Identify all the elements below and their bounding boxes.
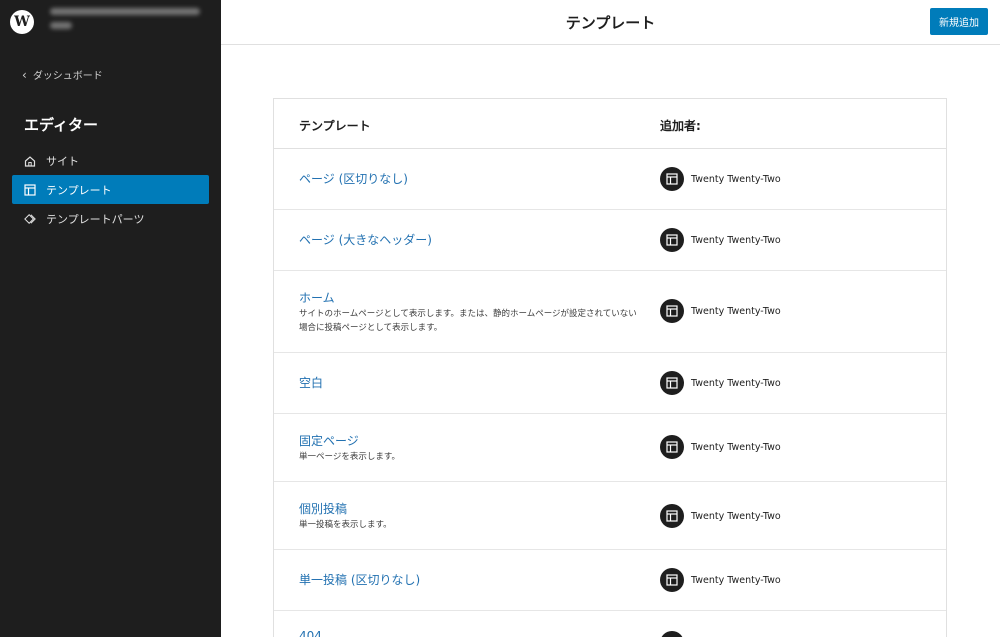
author-name: Twenty Twenty-Two [691, 377, 781, 389]
table-row: 空白 Twenty Twenty-Two [274, 353, 946, 414]
template-description: 単一投稿を表示します。 [299, 520, 392, 530]
sidebar-nav: サイト テンプレート テンプレートパーツ [12, 146, 209, 233]
template-title-link[interactable]: ホーム [299, 289, 335, 306]
site-name-blurred[interactable] [50, 8, 210, 36]
symbol-icon [24, 213, 36, 225]
theme-layout-icon [660, 504, 684, 528]
author-cell: Twenty Twenty-Two [660, 167, 781, 191]
table-row: ページ (区切りなし) Twenty Twenty-Two [274, 149, 946, 210]
page-title: テンプレート [565, 14, 656, 32]
sidebar-item-templates[interactable]: テンプレート [12, 175, 209, 204]
author-cell: Twenty Twenty-Two [660, 228, 781, 252]
templates-table: テンプレート 追加者: ページ (区切りなし) Twenty Twenty-Tw… [273, 98, 947, 637]
home-icon [24, 155, 36, 167]
table-row: ホーム サイトのホームページとして表示します。または、静的ホームページが設定され… [274, 271, 946, 353]
template-title-link[interactable]: 404 [299, 629, 322, 637]
template-title-link[interactable]: 個別投稿 [299, 500, 347, 517]
sidebar-item-label: テンプレートパーツ [46, 212, 145, 226]
sidebar: W ‹ ダッシュボード エディター サイト テンプレート テンプレートパーツ [0, 0, 221, 637]
template-title-link[interactable]: ページ (区切りなし) [299, 170, 408, 187]
table-row: 個別投稿 単一投稿を表示します。 Twenty Twenty-Two [274, 482, 946, 550]
author-cell: Twenty Twenty-Two [660, 568, 781, 592]
template-title-link[interactable]: 単一投稿 (区切りなし) [299, 571, 420, 588]
theme-layout-icon [660, 568, 684, 592]
template-title-link[interactable]: 固定ページ [299, 432, 359, 449]
table-row: ページ (大きなヘッダー) Twenty Twenty-Two [274, 210, 946, 271]
wordpress-logo-icon[interactable]: W [10, 10, 34, 34]
table-header: テンプレート 追加者: [274, 99, 946, 149]
theme-layout-icon [660, 299, 684, 323]
table-row: 固定ページ 単一ページを表示します。 Twenty Twenty-Two [274, 414, 946, 482]
column-header-added-by: 追加者: [660, 119, 701, 133]
sidebar-item-template-parts[interactable]: テンプレートパーツ [12, 204, 209, 233]
author-name: Twenty Twenty-Two [691, 574, 781, 586]
template-description: 単一ページを表示します。 [299, 452, 400, 462]
author-cell: Twenty Twenty-Two [660, 435, 781, 459]
chevron-left-icon: ‹ [22, 67, 27, 82]
author-cell: Twenty Twenty-Two [660, 299, 781, 323]
column-header-template: テンプレート [299, 119, 371, 133]
sidebar-item-label: サイト [46, 154, 79, 168]
author-cell: Twenty Twenty-Two [660, 371, 781, 395]
author-cell [660, 631, 684, 637]
table-row: 単一投稿 (区切りなし) Twenty Twenty-Two [274, 550, 946, 611]
author-name: Twenty Twenty-Two [691, 305, 781, 317]
sidebar-item-label: テンプレート [46, 183, 112, 197]
author-name: Twenty Twenty-Two [691, 441, 781, 453]
layout-icon [24, 183, 36, 196]
author-name: Twenty Twenty-Two [691, 173, 781, 185]
author-name: Twenty Twenty-Two [691, 234, 781, 246]
sidebar-section-title: エディター [24, 116, 98, 134]
theme-layout-icon [660, 167, 684, 191]
template-title-link[interactable]: ページ (大きなヘッダー) [299, 231, 432, 248]
back-to-dashboard-link[interactable]: ‹ ダッシュボード [22, 67, 103, 83]
back-link-label: ダッシュボード [32, 71, 103, 82]
author-name: Twenty Twenty-Two [691, 510, 781, 522]
theme-layout-icon [660, 371, 684, 395]
table-row: 404 [274, 611, 946, 637]
template-description: サイトのホームページとして表示します。または、静的ホームページが設定されていない… [299, 309, 637, 333]
sidebar-item-site[interactable]: サイト [12, 146, 209, 175]
top-header: テンプレート 新規追加 [221, 0, 1000, 45]
add-new-button[interactable]: 新規追加 [930, 8, 988, 35]
theme-layout-icon [660, 435, 684, 459]
author-cell: Twenty Twenty-Two [660, 504, 781, 528]
template-title-link[interactable]: 空白 [299, 374, 323, 391]
theme-layout-icon [660, 631, 684, 637]
theme-layout-icon [660, 228, 684, 252]
